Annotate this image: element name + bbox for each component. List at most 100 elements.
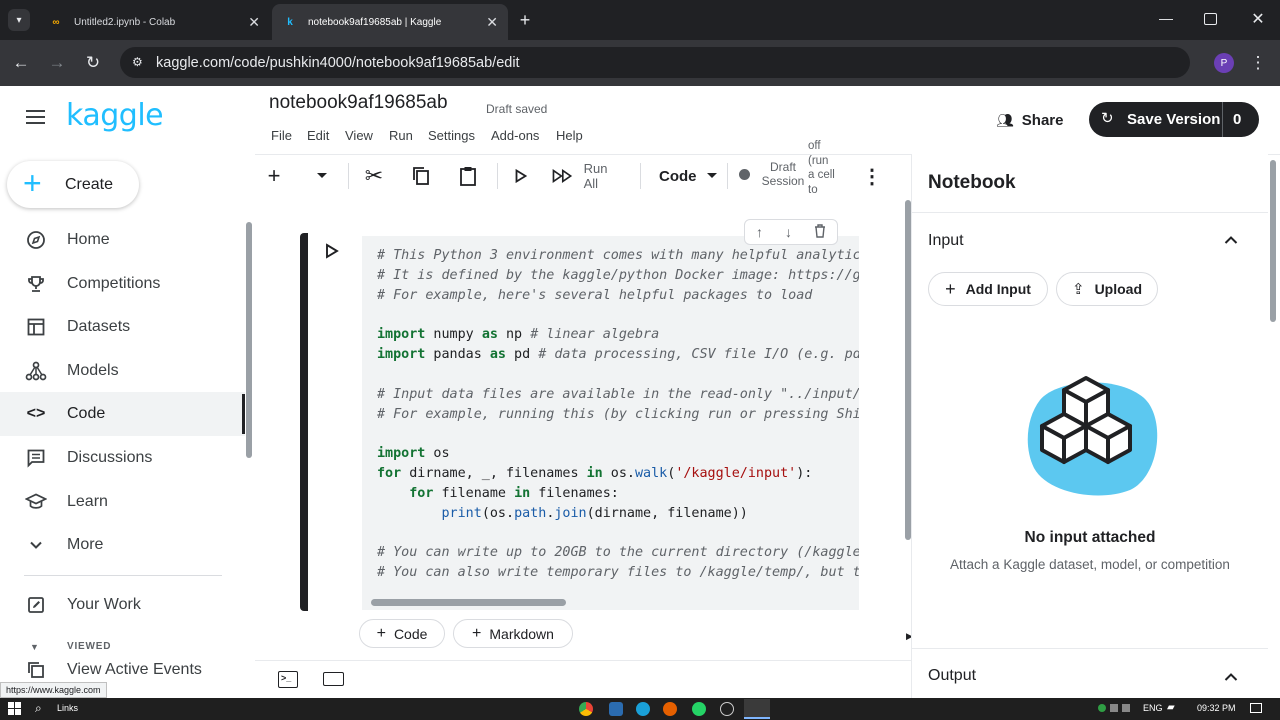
hamburger-menu-icon[interactable] — [26, 110, 45, 124]
panel-divider — [912, 212, 1268, 213]
menu-settings[interactable]: Settings — [428, 128, 475, 143]
more-options-icon[interactable]: ⋮ — [862, 163, 882, 189]
sidebar-item-label: Discussions — [67, 449, 153, 466]
forward-button[interactable]: → — [44, 50, 70, 76]
sidebar-item-datasets[interactable]: Datasets — [0, 305, 245, 349]
notebook-title[interactable]: notebook9af19685ab — [269, 92, 448, 114]
sidebar-item-label: Models — [67, 362, 119, 379]
run-cell-icon[interactable] — [511, 163, 531, 189]
upload-button[interactable]: ⇪ Upload — [1056, 272, 1158, 306]
chrome-taskbar-icon[interactable] — [579, 702, 593, 716]
taskbar-app-icon[interactable] — [609, 702, 623, 716]
back-button[interactable]: ← — [8, 50, 34, 76]
paste-icon[interactable] — [457, 163, 479, 189]
delete-icon[interactable] — [814, 223, 826, 241]
menu-add-ons[interactable]: Add-ons — [491, 128, 539, 143]
kaggle-logo[interactable]: kaggle — [66, 98, 164, 133]
kaggle-logo-icon: k — [287, 16, 293, 28]
new-tab-button[interactable]: + — [514, 9, 536, 31]
profile-avatar[interactable]: P — [1214, 53, 1234, 73]
menu-help[interactable]: Help — [556, 128, 583, 143]
sidebar-scrollbar[interactable] — [246, 222, 252, 458]
cell-action-toolbar: ↑ ↓ — [744, 219, 838, 245]
keyboard-shortcuts-icon[interactable] — [323, 672, 344, 686]
cut-icon[interactable]: ✂ — [362, 163, 386, 189]
run-all-button[interactable]: Run All — [552, 161, 624, 191]
code-line: # This Python 3 environment comes with m… — [377, 248, 869, 263]
session-status-line: (run — [808, 154, 829, 167]
active-chrome-window-icon[interactable] — [744, 699, 770, 719]
network-icon[interactable]: ▰ — [1167, 702, 1175, 713]
cell-type-select[interactable]: Code — [655, 163, 721, 189]
add-cell-dropdown[interactable] — [312, 163, 332, 189]
chevron-up-icon[interactable] — [1224, 232, 1238, 250]
close-icon[interactable]: ✕ — [486, 14, 498, 31]
sidebar-item-competitions[interactable]: Competitions — [0, 262, 245, 306]
move-down-icon[interactable]: ↓ — [785, 224, 792, 240]
taskbar-search-icon[interactable]: ⌕ — [35, 701, 42, 716]
sidebar-divider — [24, 575, 222, 576]
sidebar-item-more[interactable]: More — [0, 523, 245, 567]
save-version-button[interactable]: ↻ Save Version 0 — [1089, 102, 1259, 137]
menu-run[interactable]: Run — [389, 128, 413, 143]
url-bar[interactable]: ⚙ kaggle.com/code/pushkin4000/notebook9a… — [120, 47, 1190, 78]
output-section-header[interactable]: Output — [928, 667, 1238, 689]
panel-scrollbar[interactable] — [1270, 160, 1276, 322]
add-input-button[interactable]: + Add Input — [928, 272, 1048, 306]
os-taskbar: ⌕ Links ENG ▰ 09:32 PM — [0, 698, 1280, 720]
sidebar-item-your-work[interactable]: Your Work — [0, 583, 245, 627]
sidebar-item-home[interactable]: Home — [0, 218, 245, 262]
share-button[interactable]: 👥︎ Share — [996, 106, 1068, 134]
empty-input-title: No input attached — [1024, 529, 1156, 546]
cell-horizontal-scrollbar[interactable] — [371, 599, 566, 606]
draft-session-label[interactable]: Draft Session — [758, 160, 808, 188]
taskbar-search-label[interactable]: Links — [57, 703, 78, 713]
sidebar-item-label: Learn — [67, 493, 108, 510]
add-markdown-cell-button[interactable]: + Markdown — [453, 619, 573, 648]
browser-tab-colab[interactable]: ∞ Untitled2.ipynb - Colab ✕ — [38, 4, 270, 40]
empty-input-illustration — [1026, 372, 1162, 500]
menu-view[interactable]: View — [345, 128, 373, 143]
menu-edit[interactable]: Edit — [307, 128, 329, 143]
restore-window-button[interactable] — [1204, 13, 1217, 25]
add-code-cell-button[interactable]: + Code — [359, 619, 445, 648]
input-section-header[interactable]: Input — [928, 232, 1238, 252]
copy-icon[interactable] — [410, 163, 432, 189]
clock-time[interactable]: 09:32 PM — [1197, 703, 1236, 713]
console-icon[interactable]: >_ — [278, 671, 298, 688]
tray-icons[interactable] — [1098, 704, 1138, 714]
whatsapp-taskbar-icon[interactable] — [692, 702, 706, 716]
taskbar-app-icon[interactable] — [720, 702, 734, 716]
save-divider — [1222, 102, 1223, 137]
active-indicator — [242, 394, 245, 434]
firefox-taskbar-icon[interactable] — [663, 702, 677, 716]
sidebar-item-label: Code — [67, 405, 106, 422]
code-line: # You can also write temporary files to … — [377, 565, 861, 580]
notification-icon[interactable] — [1250, 703, 1262, 713]
menu-file[interactable]: File — [271, 128, 292, 143]
reload-button[interactable]: ↻ — [80, 50, 106, 76]
caret-down-icon — [317, 173, 327, 178]
sidebar-item-learn[interactable]: Learn — [0, 480, 245, 524]
site-info-icon[interactable]: ⚙ — [132, 55, 143, 69]
minimize-window-button[interactable]: — — [1156, 10, 1176, 30]
chevron-up-icon[interactable] — [1224, 669, 1238, 687]
browser-menu-icon[interactable]: ⋮ — [1245, 50, 1271, 76]
sidebar-item-models[interactable]: Models — [0, 349, 245, 393]
windows-start-icon[interactable] — [8, 702, 21, 715]
create-button[interactable]: + Create — [7, 161, 139, 208]
code-line-import-pandas: import pandas as pd # data processing, C… — [377, 347, 861, 362]
sidebar-item-discussions[interactable]: Discussions — [0, 436, 245, 480]
tab-search-button[interactable]: ▾ — [8, 9, 30, 31]
run-cell-button[interactable] — [325, 243, 339, 264]
language-indicator[interactable]: ENG — [1143, 703, 1163, 713]
close-window-button[interactable]: ✕ — [1248, 9, 1268, 29]
edge-taskbar-icon[interactable] — [636, 702, 650, 716]
move-up-icon[interactable]: ↑ — [756, 224, 763, 240]
add-cell-button[interactable]: + — [263, 163, 285, 189]
session-status-text: off (run a cell to — [808, 139, 835, 197]
close-icon[interactable]: ✕ — [248, 14, 260, 31]
sidebar-item-code[interactable]: <> Code — [0, 392, 245, 436]
browser-tab-kaggle[interactable]: k notebook9af19685ab | Kaggle ✕ — [272, 4, 508, 40]
run-all-label: Run All — [583, 161, 608, 191]
